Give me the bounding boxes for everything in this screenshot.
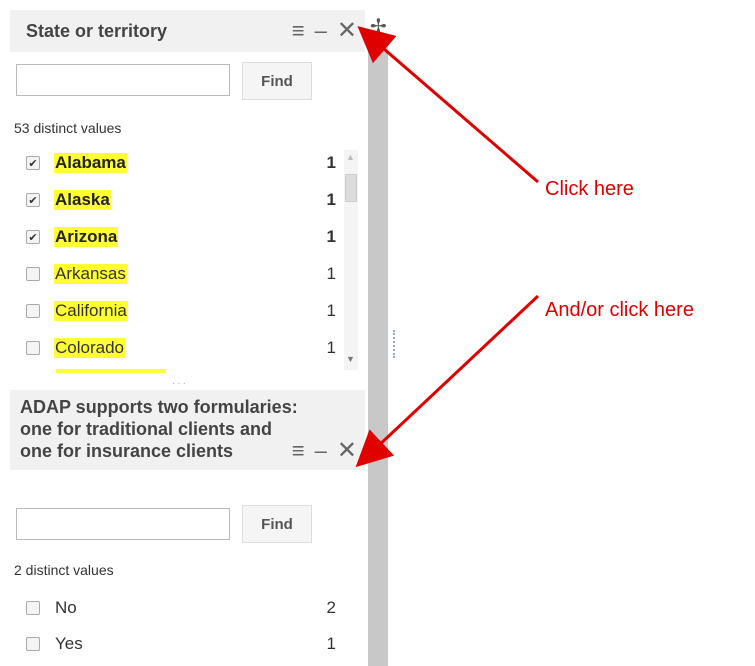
annotation-click-here: Click here [545, 178, 634, 200]
arrow-to-close-2 [355, 294, 540, 468]
annotation-arrows [355, 26, 540, 468]
annotation-and-or-click-here: And/or click here [545, 299, 694, 321]
arrow-to-close-1 [357, 26, 539, 184]
